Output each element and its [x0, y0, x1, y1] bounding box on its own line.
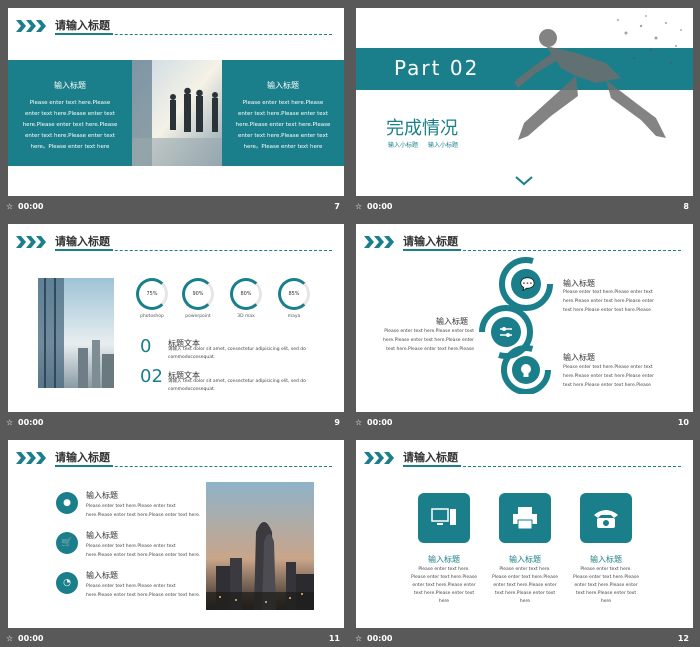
section-subtitle-2: 输入小标题	[428, 142, 459, 149]
slide-number: 12	[677, 634, 689, 643]
chevron-down-icon[interactable]	[515, 176, 533, 186]
user-icon: ●	[56, 492, 78, 514]
star-icon: ☆	[6, 634, 14, 643]
business-people-photo	[132, 60, 222, 166]
chevron-arrows-icon	[16, 452, 46, 464]
slide-number: 10	[677, 418, 689, 427]
slide-footer: ☆ 00:00 10	[355, 418, 689, 427]
computer-icon-tile	[418, 493, 470, 543]
building-photo	[38, 278, 114, 388]
chat-icon: 💬	[520, 277, 535, 291]
lightbulb-icon	[521, 364, 531, 377]
star-icon: ☆	[355, 202, 363, 211]
part-label: Part 02	[394, 56, 480, 80]
card-title: 输入标题	[428, 555, 460, 564]
slide-title: 请输入标题	[55, 451, 110, 464]
slide-footer: ☆ 00:00 7	[6, 202, 340, 211]
runner-silhouette-image	[514, 15, 687, 140]
city-skyline-photo	[206, 482, 314, 610]
star-icon: ☆	[355, 418, 363, 427]
cart-icon: 🛒	[56, 532, 78, 554]
slide-8[interactable]: Part 02 完成情况 输入小标题 输入小标题	[356, 8, 693, 196]
item-title: 输入标题	[86, 531, 118, 540]
slide-11[interactable]: 请输入标题 ● 输入标题 Please enter text here.Plea…	[8, 440, 344, 628]
star-icon: ☆	[355, 634, 363, 643]
ring-diagram	[479, 257, 553, 394]
section-title: 完成情况	[386, 118, 458, 139]
slide-footer: ☆ 00:00 12	[355, 634, 689, 643]
card-title: 输入标题	[590, 555, 622, 564]
slide-12[interactable]: 请输入标题 输入标题 Please enter text here. Pleas…	[356, 440, 693, 628]
item-title: 输入标题	[563, 353, 595, 362]
section-subtitle-1: 输入小标题	[388, 142, 419, 149]
star-icon: ☆	[6, 202, 14, 211]
right-panel: 输入标题 Please enter text here.Please enter…	[222, 60, 344, 166]
chevron-arrows-icon	[16, 20, 46, 32]
slide-number: 8	[683, 202, 689, 211]
gauge-icon: ◔	[56, 572, 78, 594]
slide-footer: ☆ 00:00 8	[355, 202, 689, 211]
slide-number: 9	[334, 418, 340, 427]
panel-title: 输入标题	[267, 81, 299, 90]
item-title: 输入标题	[436, 317, 468, 326]
slide-9[interactable]: 请输入标题 75% photoshop 90% powerpoint 80% 3…	[8, 224, 344, 412]
printer-icon	[513, 507, 537, 530]
slide-footer: ☆ 00:00 11	[6, 634, 340, 643]
item-title: 输入标题	[86, 571, 118, 580]
left-panel: 输入标题 Please enter text here.Please enter…	[8, 60, 132, 166]
item-title: 输入标题	[86, 491, 118, 500]
printer-icon-tile	[499, 493, 551, 543]
chevron-arrows-icon	[364, 452, 394, 464]
telephone-icon	[594, 510, 618, 528]
sliders-icon	[500, 327, 512, 337]
slide-title: 请输入标题	[403, 235, 458, 248]
panel-title: 输入标题	[54, 81, 86, 90]
slide-title: 请输入标题	[55, 235, 110, 248]
star-icon: ☆	[6, 418, 14, 427]
slide-footer: ☆ 00:00 9	[6, 418, 340, 427]
item-number: 0	[140, 336, 152, 357]
slide-number: 7	[334, 202, 340, 211]
slide-title: 请输入标题	[403, 451, 458, 464]
item-number: 02	[140, 366, 163, 387]
card-title: 输入标题	[509, 555, 541, 564]
slide-number: 11	[328, 634, 340, 643]
chevron-arrows-icon	[16, 236, 46, 248]
telephone-icon-tile	[580, 493, 632, 543]
chevron-arrows-icon	[364, 236, 394, 248]
slide-10[interactable]: 请输入标题 💬 输入标题 Please enter text here.Plea…	[356, 224, 693, 412]
computer-icon	[431, 508, 456, 525]
slide-title: 请输入标题	[55, 19, 110, 32]
slide-7[interactable]: 请输入标题 输入标题 Please enter text here.Please…	[8, 8, 344, 196]
